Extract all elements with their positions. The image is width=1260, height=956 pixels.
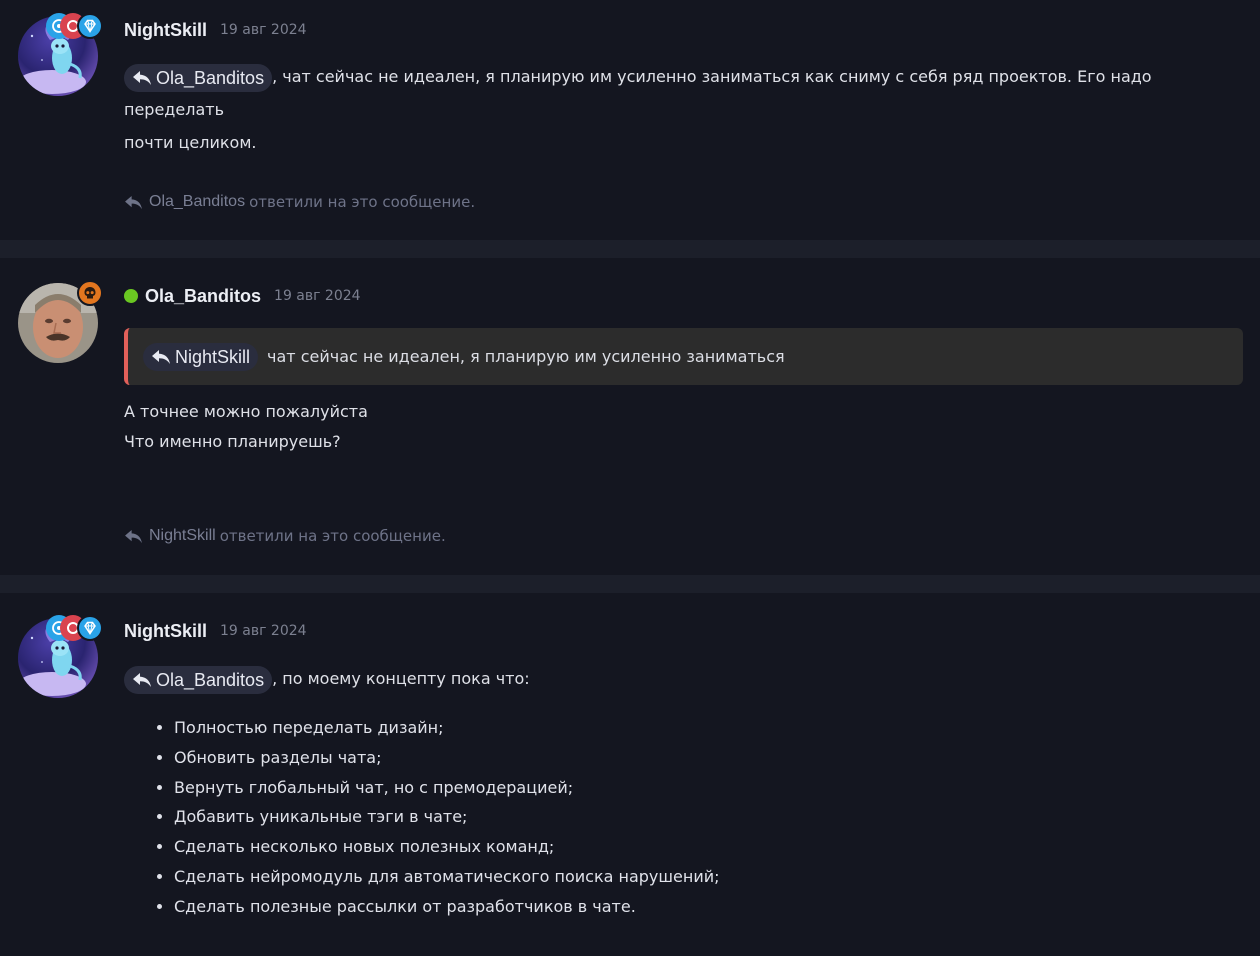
username[interactable]: Ola_Banditos bbox=[145, 286, 261, 307]
avatar-ola-banditos[interactable] bbox=[18, 280, 103, 363]
reply-icon bbox=[132, 70, 152, 86]
list-item: Обновить разделы чата; bbox=[174, 743, 720, 773]
mention-name: Ola_Banditos bbox=[156, 669, 265, 690]
gem-badge-icon bbox=[77, 615, 103, 641]
reply-icon bbox=[124, 529, 143, 544]
user-mention[interactable]: Ola_Banditos bbox=[124, 63, 273, 92]
username[interactable]: NightSkill bbox=[124, 20, 207, 41]
post-body: А точнее можно пожалуйста Что именно пла… bbox=[124, 397, 1242, 457]
replied-username[interactable]: Ola_Banditos bbox=[149, 193, 245, 211]
post-text: почти целиком. bbox=[124, 133, 257, 152]
replied-notice[interactable]: Ola_Banditos ответили на это сообщение. bbox=[124, 193, 475, 211]
quote-author[interactable]: NightSkill bbox=[143, 342, 259, 371]
quote-text: чат сейчас не идеален, я планирую им уси… bbox=[267, 347, 785, 366]
post-date[interactable]: 19 авг 2024 bbox=[220, 623, 307, 639]
list-item: Сделать несколько новых полезных команд; bbox=[174, 832, 720, 862]
replied-username[interactable]: NightSkill bbox=[149, 527, 216, 545]
post-body: Ola_Banditos, чат сейчас не идеален, я п… bbox=[124, 60, 1242, 159]
message-post: NightSkill 19 авг 2024 Ola_Banditos , по … bbox=[0, 593, 1260, 956]
post-header: NightSkill 19 авг 2024 bbox=[124, 18, 307, 42]
reply-icon bbox=[132, 672, 152, 688]
quoted-message[interactable]: NightSkill чат сейчас не идеален, я план… bbox=[124, 328, 1243, 385]
user-mention[interactable]: Ola_Banditos bbox=[124, 665, 273, 694]
username[interactable]: NightSkill bbox=[124, 621, 207, 642]
reply-icon bbox=[124, 195, 143, 210]
list-item: Полностью переделать дизайн; bbox=[174, 713, 720, 743]
list-item: Вернуть глобальный чат, но с премодераци… bbox=[174, 773, 720, 803]
post-text: , по моему концепту пока что: bbox=[272, 669, 530, 688]
message-post: Ola_Banditos 19 авг 2024 NightSkill чат … bbox=[0, 258, 1260, 575]
post-header: Ola_Banditos 19 авг 2024 bbox=[124, 284, 361, 308]
list-item: Добавить уникальные тэги в чате; bbox=[174, 802, 720, 832]
replied-text: ответили на это сообщение. bbox=[219, 527, 446, 545]
mention-name: Ola_Banditos bbox=[156, 67, 265, 88]
plan-list: Полностью переделать дизайн; Обновить ра… bbox=[150, 713, 720, 922]
post-body: Ola_Banditos , по моему концепту пока что… bbox=[124, 662, 1242, 695]
post-text: Что именно планируешь? bbox=[124, 432, 341, 451]
post-separator bbox=[0, 575, 1260, 593]
avatar-nightskill[interactable] bbox=[18, 615, 103, 698]
list-item: Сделать нейромодуль для автоматического … bbox=[174, 862, 720, 892]
replied-text: ответили на это сообщение. bbox=[249, 193, 476, 211]
message-post: NightSkill 19 авг 2024 Ola_Banditos, чат… bbox=[0, 0, 1260, 240]
avatar-nightskill[interactable] bbox=[18, 13, 103, 96]
list-item: Сделать полезные рассылки от разработчик… bbox=[174, 892, 720, 922]
online-status-icon bbox=[124, 289, 138, 303]
reply-icon bbox=[151, 349, 171, 365]
post-date[interactable]: 19 авг 2024 bbox=[220, 22, 307, 38]
post-text: А точнее можно пожалуйста bbox=[124, 402, 368, 421]
skull-badge-icon bbox=[77, 280, 103, 306]
post-separator bbox=[0, 240, 1260, 258]
gem-badge-icon bbox=[77, 13, 103, 39]
replied-notice[interactable]: NightSkill ответили на это сообщение. bbox=[124, 527, 446, 545]
post-header: NightSkill 19 авг 2024 bbox=[124, 619, 307, 643]
post-date[interactable]: 19 авг 2024 bbox=[274, 288, 361, 304]
mention-name: NightSkill bbox=[175, 346, 251, 367]
post-text: , чат сейчас не идеален, я планирую им у… bbox=[124, 67, 1152, 119]
